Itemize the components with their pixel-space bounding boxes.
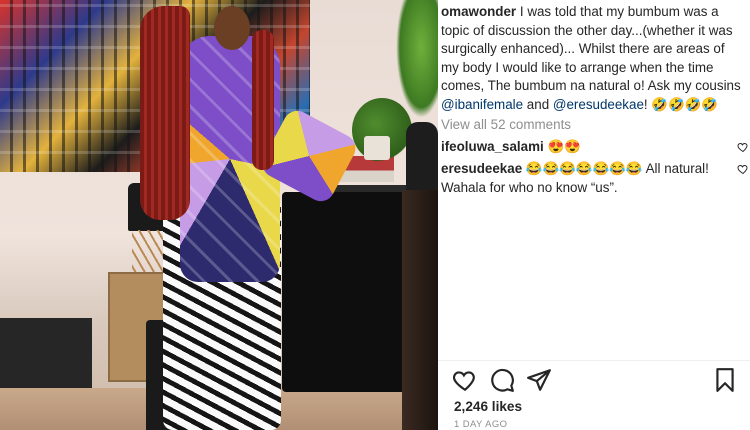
post-caption: omawonder I was told that my bumbum was … bbox=[441, 3, 743, 115]
comment-emoji: 😂😂😂😂😂😂😂 bbox=[525, 161, 643, 177]
braided-hair bbox=[140, 6, 190, 220]
mention-link[interactable]: @eresudeekae bbox=[553, 97, 644, 112]
view-all-comments-link[interactable]: View all 52 comments bbox=[441, 116, 750, 134]
mention-link[interactable]: @ibanifemale bbox=[441, 97, 523, 112]
share-icon[interactable] bbox=[526, 367, 552, 393]
face bbox=[214, 6, 250, 50]
comment-item: eresudeekae 😂😂😂😂😂😂😂 All natural! Wahala … bbox=[441, 160, 748, 197]
heart-icon[interactable] bbox=[452, 367, 478, 393]
caption-emoji: 🤣🤣🤣🤣 bbox=[651, 96, 719, 112]
plant-leaves bbox=[396, 0, 438, 118]
comment-item: ifeoluwa_salami 😍😍 bbox=[441, 138, 748, 157]
comment-icon[interactable] bbox=[489, 367, 515, 393]
comment-emoji: 😍😍 bbox=[547, 138, 581, 154]
caption-text-and: and bbox=[523, 96, 553, 112]
post-side-panel: omawonder I was told that my bumbum was … bbox=[438, 0, 750, 430]
bookmark-icon[interactable] bbox=[712, 367, 738, 393]
black-box bbox=[0, 318, 92, 390]
comments-section: omawonder I was told that my bumbum was … bbox=[438, 0, 750, 360]
braided-hair-right bbox=[252, 30, 274, 170]
heart-icon[interactable] bbox=[737, 163, 749, 175]
foreground-shadow bbox=[402, 190, 438, 430]
comment-username[interactable]: ifeoluwa_salami bbox=[441, 139, 544, 154]
caption-username[interactable]: omawonder bbox=[441, 4, 516, 19]
plant-pot bbox=[364, 136, 390, 160]
post-timestamp: 1 DAY AGO bbox=[454, 419, 508, 430]
heart-icon[interactable] bbox=[737, 141, 749, 153]
comment-username[interactable]: eresudeekae bbox=[441, 161, 522, 176]
post-photo[interactable] bbox=[0, 0, 438, 430]
likes-count[interactable]: 2,246 likes bbox=[454, 399, 522, 414]
piano bbox=[282, 192, 410, 392]
